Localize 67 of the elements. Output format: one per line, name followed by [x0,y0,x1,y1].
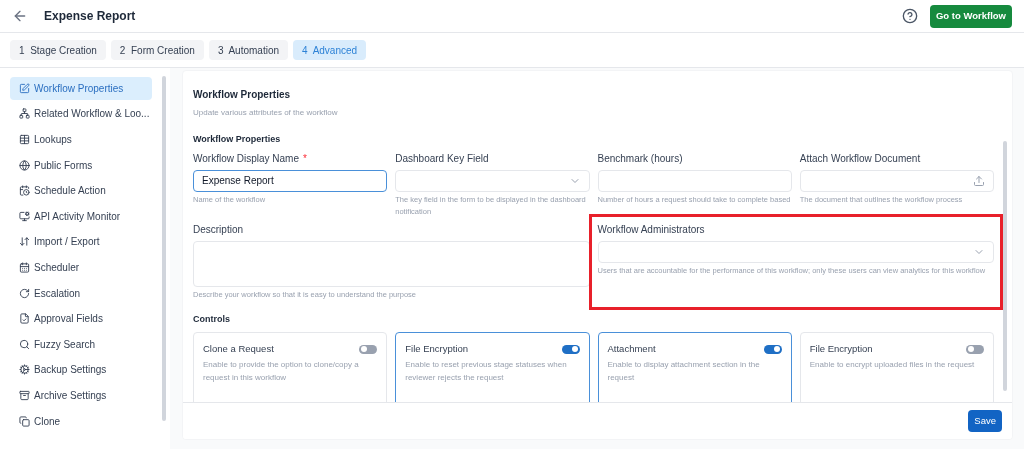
dropdown-field[interactable] [395,169,590,192]
sidebar-item[interactable]: Related Workflow & Loo... [10,102,152,126]
sidebar-item[interactable]: Approval Fields [10,307,152,330]
field-label: Description [193,223,244,237]
control-description: Enable to reset previous stage statuses when reviewer rejects the request [405,359,568,384]
upload-icon [973,174,985,187]
control-title: Attachment [607,342,656,356]
section-title: Workflow Properties [193,133,282,146]
step-tab[interactable]: 3 Automation [208,40,289,60]
sidebar-item[interactable]: Public Forms [10,153,152,177]
panel-subtitle: Update various attributes of the workflow [193,107,339,119]
help-icon[interactable] [902,8,918,24]
toggle-switch[interactable] [763,344,782,354]
sidebar-item[interactable]: Scheduler [10,256,152,279]
section-title: Controls [193,312,231,326]
control-description: Enable to encrypt uploaded files in the request [809,359,976,372]
dropdown-field[interactable] [597,240,994,263]
step-tab[interactable]: 1 Stage Creation [10,40,106,60]
number-field[interactable] [597,169,792,192]
sidebar-item[interactable]: Backup Settings [10,358,152,382]
field-label: Benchmark (hours) [597,152,683,166]
sidebar-item[interactable]: API Activity Monitor [10,204,152,228]
archive-icon [19,389,30,401]
text-field[interactable]: Expense Report [193,169,388,192]
rotate-icon [19,287,30,299]
sidebar-item[interactable]: Schedule Action [10,179,152,202]
sidebar-item[interactable]: Archive Settings [10,384,152,407]
sidebar-item[interactable]: Clone [10,409,152,433]
page-title: Expense Report [44,8,136,25]
description-field[interactable] [193,240,590,287]
save-button[interactable]: Save [968,410,1002,432]
calendar-icon [19,261,30,273]
toggle-switch[interactable] [359,344,378,354]
network-icon [19,108,30,120]
settings-icon [19,364,30,376]
panel-title: Workflow Properties [193,88,292,102]
field-label: Workflow Administrators [597,223,705,237]
field-label: Workflow Display Name [193,152,299,166]
required-mark: * [302,152,307,166]
control-description: Enable to display attachment section in the request [607,359,761,384]
search-icon [19,338,30,350]
file-check-icon [19,313,30,325]
table-icon [19,134,30,145]
sidebar-item[interactable]: Escalation [10,281,152,305]
sidebar-item[interactable]: Workflow Properties [10,77,152,100]
control-description: Enable to provide the option to clone/copy a request in this workflow [203,359,360,384]
field-label: Dashboard Key Field [395,152,489,166]
monitor-icon [19,210,30,222]
step-tab[interactable]: 2 Form Creation [110,40,204,60]
sidebar-item[interactable]: Lookups [10,128,152,151]
field-label: Attach Workflow Document [799,152,921,166]
scrollbar[interactable] [1003,141,1007,391]
toggle-switch[interactable] [561,344,580,354]
control-title: File Encryption [405,342,469,356]
copy-icon [19,415,30,427]
upload-field[interactable] [799,169,994,192]
sidebar-item[interactable]: Import / Export [10,230,152,254]
go-to-workflow-button[interactable]: Go to Workflow [930,4,1012,28]
edit-icon [19,82,30,94]
control-title: Clone a Request [203,342,274,356]
sidebar-item[interactable]: Fuzzy Search [10,332,152,356]
control-title: File Encryption [809,342,873,356]
calendar-icon [19,185,30,197]
scrollbar[interactable] [162,76,166,421]
up-down-arrows-icon [19,236,30,248]
globe-icon [19,159,30,171]
toggle-switch[interactable] [966,344,984,354]
